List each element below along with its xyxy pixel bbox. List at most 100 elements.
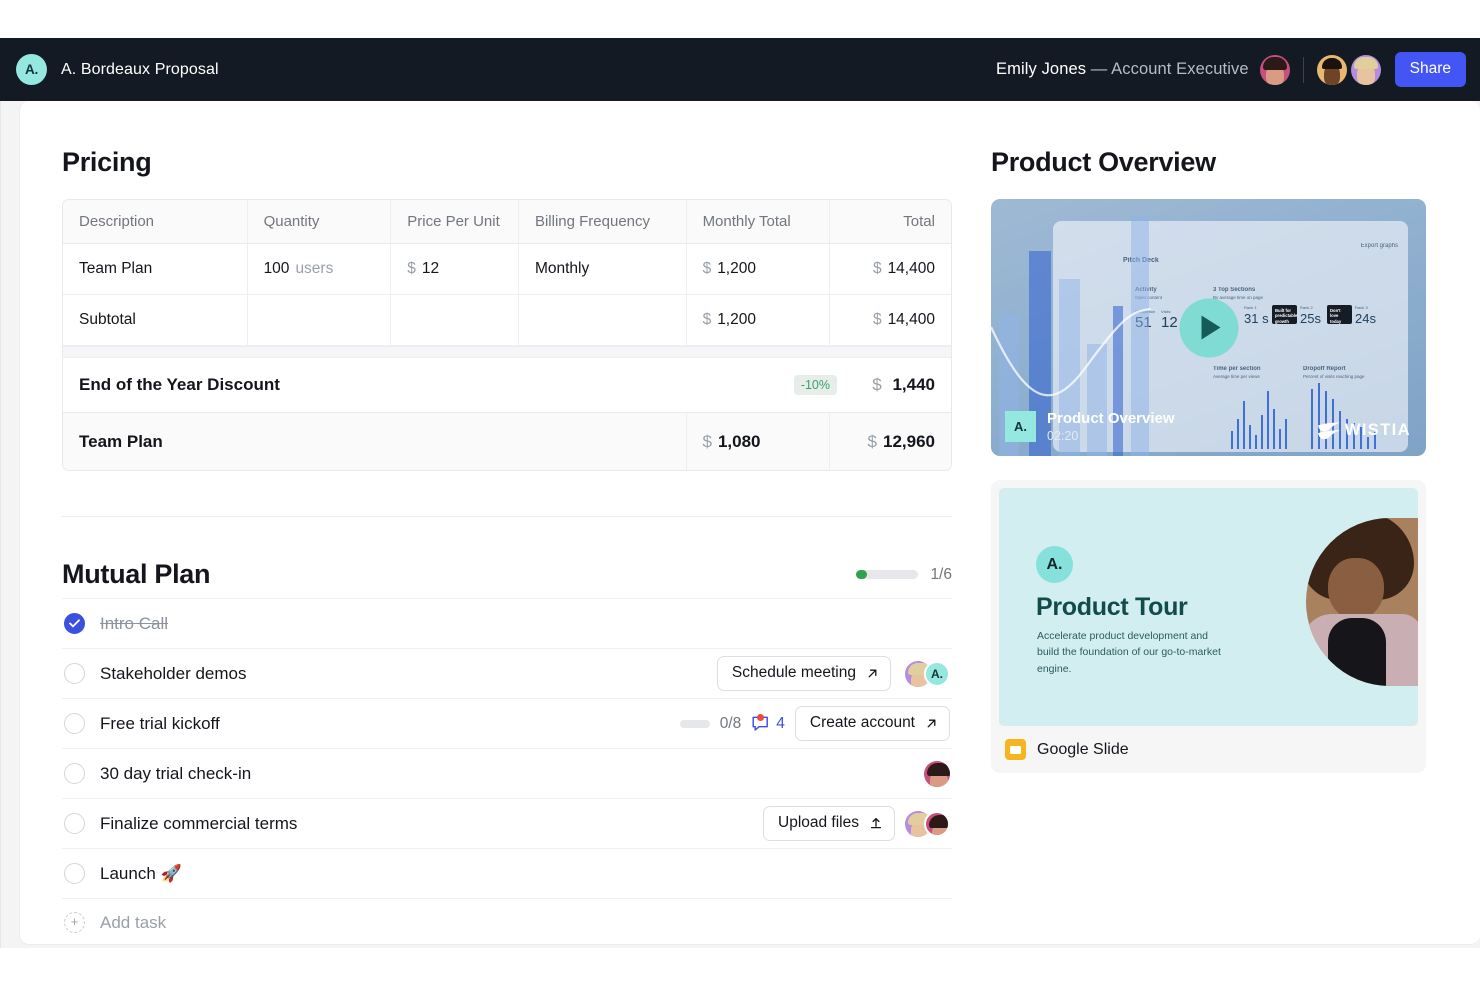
thumb-chart-time-section bbox=[1227, 379, 1297, 449]
cell-billing-frequency bbox=[519, 295, 687, 345]
discount-right: -10% $ 1,440 bbox=[794, 375, 935, 395]
task-row-launch[interactable]: Launch 🚀 bbox=[62, 848, 952, 898]
create-account-button[interactable]: Create account bbox=[795, 706, 950, 741]
add-task-row[interactable]: + Add task bbox=[62, 898, 952, 945]
task-assignees[interactable] bbox=[924, 761, 950, 787]
final-monthly-total-value: 1,080 bbox=[718, 432, 761, 452]
video-footer: A. Product Overview 02:20 bbox=[1005, 410, 1175, 443]
table-group-separator bbox=[63, 346, 951, 358]
task-label: Stakeholder demos bbox=[100, 664, 246, 684]
task-row-30-day-trial-check-in[interactable]: 30 day trial check-in bbox=[62, 748, 952, 798]
owner-name: Emily Jones bbox=[996, 60, 1086, 78]
task-row-finalize-commercial-terms[interactable]: Finalize commercial terms Upload files bbox=[62, 798, 952, 848]
photo-top bbox=[1328, 618, 1386, 686]
avatar-collaborator-2[interactable] bbox=[1351, 55, 1381, 85]
pricing-table: Description Quantity Price Per Unit Bill… bbox=[62, 199, 952, 471]
brand[interactable]: A. A. Bordeaux Proposal bbox=[16, 54, 219, 85]
external-link-icon bbox=[867, 668, 878, 679]
video-badge-logo: A. bbox=[1005, 411, 1036, 442]
task-actions bbox=[924, 761, 950, 787]
content-columns: Pricing Description Quantity Price Per U… bbox=[20, 101, 1480, 945]
column-header-quantity: Quantity bbox=[248, 200, 392, 243]
avatar-owner[interactable] bbox=[1260, 55, 1290, 85]
cell-total: $ 14,400 bbox=[830, 244, 951, 294]
thumb-top-sections-label: 3 Top Sections bbox=[1213, 287, 1255, 293]
comment-indicator[interactable]: 4 bbox=[751, 715, 785, 733]
thumb-section-time-0: 31 s bbox=[1244, 311, 1269, 326]
checkbox-icon[interactable] bbox=[64, 813, 85, 834]
wistia-logo: WISTIA bbox=[1317, 421, 1411, 440]
thumb-rank-2: Rank 3 bbox=[1355, 305, 1368, 310]
google-slide-card[interactable]: A. Product Tour Accelerate product devel… bbox=[991, 480, 1426, 773]
slide-footer-label: Google Slide bbox=[1037, 741, 1129, 759]
slide-footer: Google Slide bbox=[999, 726, 1418, 765]
plus-icon[interactable]: + bbox=[64, 912, 85, 933]
task-assignees[interactable]: A. bbox=[901, 661, 950, 687]
progress-count: 1/6 bbox=[930, 566, 952, 584]
mutual-plan-title: Mutual Plan bbox=[62, 559, 210, 590]
task-row-intro-call[interactable]: Intro Call bbox=[62, 598, 952, 648]
table-row[interactable]: Subtotal $ 1,200 $ 14,400 bbox=[63, 295, 951, 346]
total-value: 14,400 bbox=[888, 311, 935, 329]
mutual-plan-header: Mutual Plan 1/6 bbox=[62, 559, 952, 590]
column-header-monthly-total: Monthly Total bbox=[687, 200, 831, 243]
table-row[interactable]: Team Plan 100 users $ 12 Monthly $ 1,20 bbox=[63, 244, 951, 295]
task-row-free-trial-kickoff[interactable]: Free trial kickoff 0/8 4 Create account bbox=[62, 698, 952, 748]
product-overview-title: Product Overview bbox=[991, 147, 1395, 178]
play-button[interactable] bbox=[1179, 298, 1238, 357]
checkbox-icon[interactable] bbox=[64, 663, 85, 684]
slide-preview[interactable]: A. Product Tour Accelerate product devel… bbox=[999, 488, 1418, 726]
video-caption-block: Product Overview 02:20 bbox=[1047, 410, 1175, 443]
cell-total: $ 14,400 bbox=[830, 295, 951, 345]
avatar-collaborator-1[interactable] bbox=[1317, 55, 1347, 85]
share-button[interactable]: Share bbox=[1395, 52, 1466, 87]
price-per-unit-value: 12 bbox=[422, 260, 439, 278]
cell-quantity bbox=[248, 295, 392, 345]
total-value: 14,400 bbox=[888, 260, 935, 278]
progress-bar bbox=[856, 570, 918, 579]
left-column: Pricing Description Quantity Price Per U… bbox=[20, 147, 955, 945]
schedule-meeting-button[interactable]: Schedule meeting bbox=[717, 656, 891, 691]
thumb-metric-1: 12 bbox=[1161, 314, 1178, 331]
total-row[interactable]: Team Plan $ 1,080 $ 12,960 bbox=[63, 413, 951, 470]
thumb-rank-0: Rank 1 bbox=[1244, 305, 1257, 310]
discount-badge: -10% bbox=[794, 375, 837, 395]
discount-amount: $ 1,440 bbox=[849, 375, 935, 395]
cell-final-total: $ 12,960 bbox=[830, 413, 951, 470]
currency-symbol: $ bbox=[873, 311, 882, 329]
currency-symbol: $ bbox=[872, 375, 881, 394]
final-total-value: 12,960 bbox=[883, 432, 935, 452]
thumb-chip-0: Built for predictable growth bbox=[1272, 305, 1297, 324]
pricing-table-header: Description Quantity Price Per Unit Bill… bbox=[63, 200, 951, 244]
cell-monthly-total: $ 1,200 bbox=[687, 244, 831, 294]
task-actions: Upload files bbox=[763, 806, 950, 841]
cell-monthly-total: $ 1,200 bbox=[687, 295, 831, 345]
checkbox-icon[interactable] bbox=[64, 863, 85, 884]
currency-symbol: $ bbox=[703, 260, 712, 278]
product-overview-video-card[interactable]: Export graphs Pitch Deck Activity Open c… bbox=[991, 199, 1426, 456]
app-window: A. A. Bordeaux Proposal Emily Jones — Ac… bbox=[0, 0, 1480, 987]
avatar-assignee[interactable] bbox=[924, 761, 950, 787]
column-header-description: Description bbox=[63, 200, 248, 243]
checkbox-icon[interactable] bbox=[64, 713, 85, 734]
wistia-wordmark: WISTIA bbox=[1345, 421, 1411, 440]
checkbox-checked-icon[interactable] bbox=[64, 613, 85, 634]
avatar-assignee-logo[interactable]: A. bbox=[924, 661, 950, 687]
avatar-assignee[interactable] bbox=[924, 811, 950, 837]
upload-files-button[interactable]: Upload files bbox=[763, 806, 895, 841]
create-account-label: Create account bbox=[810, 714, 915, 732]
task-label: Finalize commercial terms bbox=[100, 814, 297, 834]
thumb-chip-text-0: Built for predictable growth bbox=[1272, 305, 1297, 327]
cell-price-per-unit: $ 12 bbox=[391, 244, 519, 294]
brand-logo-icon: A. bbox=[16, 54, 47, 85]
task-row-stakeholder-demos[interactable]: Stakeholder demos Schedule meeting A. bbox=[62, 648, 952, 698]
monthly-total-value: 1,200 bbox=[717, 260, 756, 278]
checkbox-icon[interactable] bbox=[64, 763, 85, 784]
discount-row[interactable]: End of the Year Discount -10% $ 1,440 bbox=[63, 358, 951, 413]
currency-symbol: $ bbox=[703, 311, 712, 329]
task-assignees[interactable] bbox=[905, 811, 950, 837]
top-bar: A. A. Bordeaux Proposal Emily Jones — Ac… bbox=[0, 38, 1480, 101]
thumb-time-section-label: Time per section bbox=[1213, 366, 1261, 372]
thumb-chip-text-1: Don't love today bbox=[1327, 305, 1352, 327]
discount-amount-value: 1,440 bbox=[892, 375, 935, 394]
